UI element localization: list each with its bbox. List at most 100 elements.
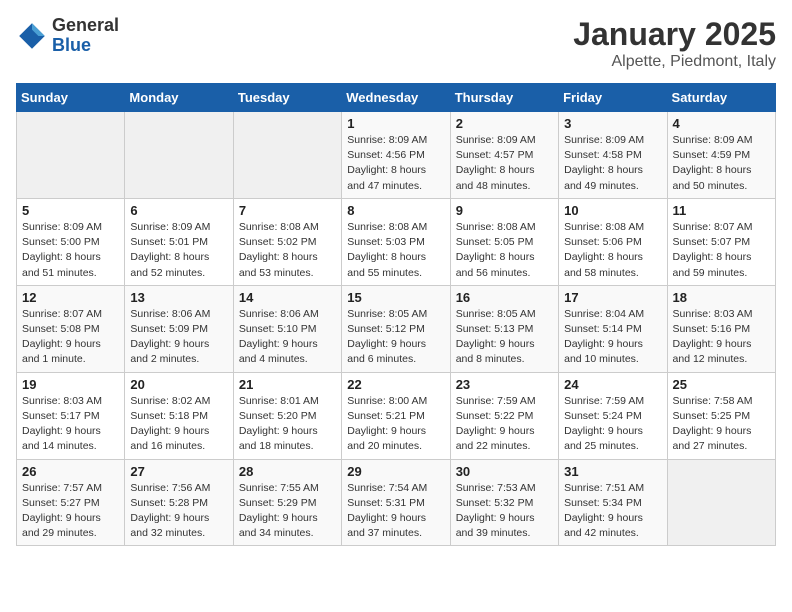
day-info: Sunrise: 8:05 AM Sunset: 5:13 PM Dayligh… [456,307,553,368]
day-info: Sunrise: 8:03 AM Sunset: 5:17 PM Dayligh… [22,394,119,455]
calendar-cell: 18 Sunrise: 8:03 AM Sunset: 5:16 PM Dayli… [667,285,775,372]
week-row-5: 26 Sunrise: 7:57 AM Sunset: 5:27 PM Dayli… [17,459,776,546]
day-info: Sunrise: 8:09 AM Sunset: 4:58 PM Dayligh… [564,133,661,194]
day-info: Sunrise: 7:51 AM Sunset: 5:34 PM Dayligh… [564,481,661,542]
day-info: Sunrise: 8:08 AM Sunset: 5:03 PM Dayligh… [347,220,444,281]
day-info: Sunrise: 8:08 AM Sunset: 5:06 PM Dayligh… [564,220,661,281]
calendar-cell: 14 Sunrise: 8:06 AM Sunset: 5:10 PM Dayli… [233,285,341,372]
day-info: Sunrise: 8:05 AM Sunset: 5:12 PM Dayligh… [347,307,444,368]
day-number: 29 [347,464,444,479]
day-info: Sunrise: 8:07 AM Sunset: 5:08 PM Dayligh… [22,307,119,368]
calendar-cell: 31 Sunrise: 7:51 AM Sunset: 5:34 PM Dayli… [559,459,667,546]
day-number: 13 [130,290,227,305]
day-number: 27 [130,464,227,479]
day-info: Sunrise: 7:59 AM Sunset: 5:24 PM Dayligh… [564,394,661,455]
day-info: Sunrise: 8:04 AM Sunset: 5:14 PM Dayligh… [564,307,661,368]
day-info: Sunrise: 8:00 AM Sunset: 5:21 PM Dayligh… [347,394,444,455]
header-saturday: Saturday [667,84,775,112]
day-info: Sunrise: 7:54 AM Sunset: 5:31 PM Dayligh… [347,481,444,542]
day-info: Sunrise: 8:08 AM Sunset: 5:05 PM Dayligh… [456,220,553,281]
calendar-cell: 11 Sunrise: 8:07 AM Sunset: 5:07 PM Dayli… [667,198,775,285]
day-info: Sunrise: 8:09 AM Sunset: 4:59 PM Dayligh… [673,133,770,194]
logo-text: General Blue [52,16,119,56]
day-info: Sunrise: 8:07 AM Sunset: 5:07 PM Dayligh… [673,220,770,281]
day-info: Sunrise: 8:09 AM Sunset: 5:00 PM Dayligh… [22,220,119,281]
calendar-cell: 12 Sunrise: 8:07 AM Sunset: 5:08 PM Dayli… [17,285,125,372]
calendar-cell: 2 Sunrise: 8:09 AM Sunset: 4:57 PM Daylig… [450,112,558,199]
page-header: General Blue January 2025 Alpette, Piedm… [16,16,776,71]
day-number: 11 [673,203,770,218]
day-info: Sunrise: 7:58 AM Sunset: 5:25 PM Dayligh… [673,394,770,455]
day-number: 9 [456,203,553,218]
day-info: Sunrise: 8:09 AM Sunset: 4:56 PM Dayligh… [347,133,444,194]
header-thursday: Thursday [450,84,558,112]
day-number: 1 [347,116,444,131]
calendar-cell: 20 Sunrise: 8:02 AM Sunset: 5:18 PM Dayli… [125,372,233,459]
calendar-cell: 24 Sunrise: 7:59 AM Sunset: 5:24 PM Dayli… [559,372,667,459]
title-block: January 2025 Alpette, Piedmont, Italy [573,16,776,71]
calendar-subtitle: Alpette, Piedmont, Italy [573,53,776,71]
calendar-cell: 29 Sunrise: 7:54 AM Sunset: 5:31 PM Dayli… [342,459,450,546]
day-info: Sunrise: 8:02 AM Sunset: 5:18 PM Dayligh… [130,394,227,455]
day-number: 30 [456,464,553,479]
calendar-cell: 4 Sunrise: 8:09 AM Sunset: 4:59 PM Daylig… [667,112,775,199]
header-tuesday: Tuesday [233,84,341,112]
day-number: 28 [239,464,336,479]
day-info: Sunrise: 8:09 AM Sunset: 5:01 PM Dayligh… [130,220,227,281]
day-number: 24 [564,377,661,392]
day-info: Sunrise: 8:06 AM Sunset: 5:09 PM Dayligh… [130,307,227,368]
day-info: Sunrise: 7:53 AM Sunset: 5:32 PM Dayligh… [456,481,553,542]
header-friday: Friday [559,84,667,112]
calendar-cell: 22 Sunrise: 8:00 AM Sunset: 5:21 PM Dayli… [342,372,450,459]
calendar-cell: 1 Sunrise: 8:09 AM Sunset: 4:56 PM Daylig… [342,112,450,199]
week-row-1: 1 Sunrise: 8:09 AM Sunset: 4:56 PM Daylig… [17,112,776,199]
calendar-cell: 25 Sunrise: 7:58 AM Sunset: 5:25 PM Dayli… [667,372,775,459]
day-info: Sunrise: 8:06 AM Sunset: 5:10 PM Dayligh… [239,307,336,368]
day-number: 3 [564,116,661,131]
day-info: Sunrise: 7:56 AM Sunset: 5:28 PM Dayligh… [130,481,227,542]
day-number: 5 [22,203,119,218]
day-number: 14 [239,290,336,305]
calendar-cell: 17 Sunrise: 8:04 AM Sunset: 5:14 PM Dayli… [559,285,667,372]
day-number: 20 [130,377,227,392]
week-row-4: 19 Sunrise: 8:03 AM Sunset: 5:17 PM Dayli… [17,372,776,459]
calendar-cell: 5 Sunrise: 8:09 AM Sunset: 5:00 PM Daylig… [17,198,125,285]
header-sunday: Sunday [17,84,125,112]
day-info: Sunrise: 8:03 AM Sunset: 5:16 PM Dayligh… [673,307,770,368]
day-number: 26 [22,464,119,479]
logo-blue: Blue [52,36,119,56]
week-row-2: 5 Sunrise: 8:09 AM Sunset: 5:00 PM Daylig… [17,198,776,285]
day-number: 31 [564,464,661,479]
calendar-cell: 23Sunrise: 7:59 AM Sunset: 5:22 PM Dayli… [450,372,558,459]
calendar-cell [125,112,233,199]
calendar-cell: 13 Sunrise: 8:06 AM Sunset: 5:09 PM Dayli… [125,285,233,372]
calendar-cell: 21Sunrise: 8:01 AM Sunset: 5:20 PM Dayli… [233,372,341,459]
day-number: 22 [347,377,444,392]
day-number: 18 [673,290,770,305]
day-info: Sunrise: 8:09 AM Sunset: 4:57 PM Dayligh… [456,133,553,194]
calendar-cell: 26 Sunrise: 7:57 AM Sunset: 5:27 PM Dayli… [17,459,125,546]
day-number: 12 [22,290,119,305]
day-number: 17 [564,290,661,305]
day-info: Sunrise: 7:59 AM Sunset: 5:22 PM Dayligh… [456,394,553,455]
day-number: 4 [673,116,770,131]
day-number: 25 [673,377,770,392]
calendar-cell: 7Sunrise: 8:08 AM Sunset: 5:02 PM Daylig… [233,198,341,285]
day-info: Sunrise: 7:55 AM Sunset: 5:29 PM Dayligh… [239,481,336,542]
day-number: 21 [239,377,336,392]
day-number: 7 [239,203,336,218]
calendar-cell: 19 Sunrise: 8:03 AM Sunset: 5:17 PM Dayli… [17,372,125,459]
days-header-row: SundayMondayTuesdayWednesdayThursdayFrid… [17,84,776,112]
day-number: 2 [456,116,553,131]
calendar-table: SundayMondayTuesdayWednesdayThursdayFrid… [16,83,776,546]
calendar-title: January 2025 [573,16,776,53]
calendar-cell: 16Sunrise: 8:05 AM Sunset: 5:13 PM Dayli… [450,285,558,372]
calendar-cell [17,112,125,199]
calendar-cell: 8Sunrise: 8:08 AM Sunset: 5:03 PM Daylig… [342,198,450,285]
header-monday: Monday [125,84,233,112]
day-info: Sunrise: 7:57 AM Sunset: 5:27 PM Dayligh… [22,481,119,542]
calendar-cell: 15Sunrise: 8:05 AM Sunset: 5:12 PM Dayli… [342,285,450,372]
day-number: 19 [22,377,119,392]
logo: General Blue [16,16,119,56]
calendar-cell [233,112,341,199]
